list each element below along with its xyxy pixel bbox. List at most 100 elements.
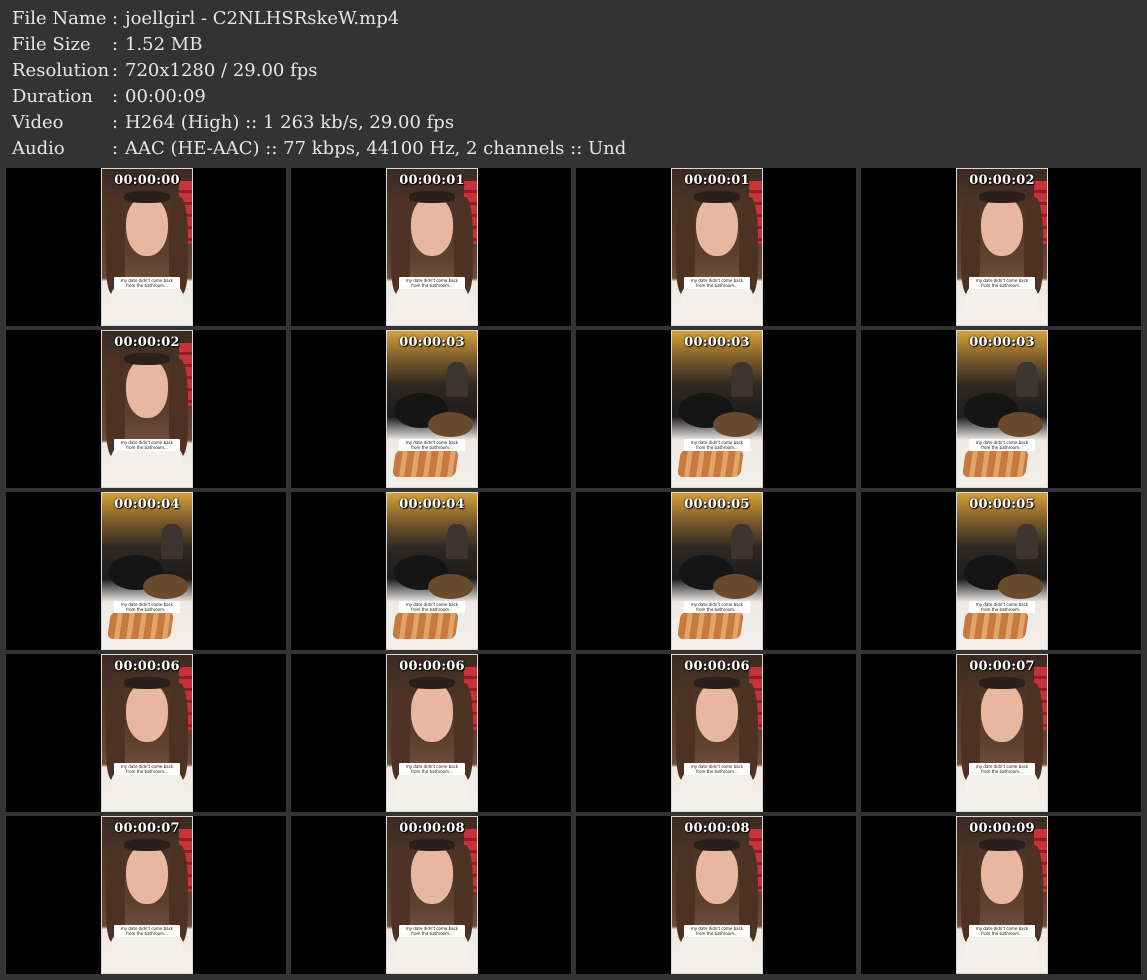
frame-timestamp: 00:00:09 [969,821,1035,836]
thumbnail-cell[interactable]: my date didn't come back from the bathro… [6,330,286,488]
frame-caption: my date didn't come back from the bathro… [113,276,181,289]
thumbnail-cell[interactable]: my date didn't come back from the bathro… [576,816,856,974]
meta-row-video: Video : H264 (High) :: 1 263 kb/s, 29.00… [12,110,1132,136]
thumbnail-cell[interactable]: my date didn't come back from the bathro… [576,330,856,488]
video-frame-thumbnail[interactable]: my date didn't come back from the bathro… [671,492,763,650]
frame-caption: my date didn't come back from the bathro… [683,276,751,289]
thumbnail-cell[interactable]: my date didn't come back from the bathro… [291,816,571,974]
meta-row-file-name: File Name : joellgirl - C2NLHSRskeW.mp4 [12,6,1132,32]
thumbnail-cell[interactable]: my date didn't come back from the bathro… [861,168,1141,326]
video-frame-thumbnail[interactable]: my date didn't come back from the bathro… [386,330,478,488]
video-frame-thumbnail[interactable]: my date didn't come back from the bathro… [101,492,193,650]
frame-tray [962,611,1030,639]
frame-caption: my date didn't come back from the bathro… [683,438,751,451]
meta-key: File Size [12,34,91,55]
frame-caption: my date didn't come back from the bathro… [398,762,466,775]
thumbnail-cell[interactable]: my date didn't come back from the bathro… [291,654,571,812]
frame-person [1015,524,1038,559]
thumbnail-cell[interactable]: my date didn't come back from the bathro… [291,492,571,650]
meta-row-duration: Duration : 00:00:09 [12,84,1132,110]
thumbnail-cell[interactable]: my date didn't come back from the bathro… [576,168,856,326]
meta-value: 720x1280 / 29.00 fps [125,60,318,81]
thumbnail-cell[interactable]: my date didn't come back from the bathro… [6,654,286,812]
thumbnail-cell[interactable]: my date didn't come back from the bathro… [861,330,1141,488]
frame-caption: my date didn't come back from the bathro… [683,924,751,937]
media-info-header: File Name : joellgirl - C2NLHSRskeW.mp4 … [12,6,1132,162]
frame-band [123,352,171,366]
frame-person [730,362,753,397]
frame-tray [677,611,745,639]
video-frame-thumbnail[interactable]: my date didn't come back from the bathro… [956,168,1048,326]
frame-face [981,845,1023,905]
frame-tray [107,611,175,639]
frame-face [411,197,453,257]
meta-key: Audio [12,138,65,159]
meta-value: 1.52 MB [125,34,203,55]
frame-caption: my date didn't come back from the bathro… [398,924,466,937]
video-frame-thumbnail[interactable]: my date didn't come back from the bathro… [671,330,763,488]
video-frame-thumbnail[interactable]: my date didn't come back from the bathro… [101,168,193,326]
frame-person [445,362,468,397]
video-frame-thumbnail[interactable]: my date didn't come back from the bathro… [386,492,478,650]
thumbnail-cell[interactable]: my date didn't come back from the bathro… [861,492,1141,650]
thumbnail-cell[interactable]: my date didn't come back from the bathro… [861,816,1141,974]
frame-band [693,838,741,852]
meta-value: AAC (HE-AAC) :: 77 kbps, 44100 Hz, 2 cha… [125,138,627,159]
thumbnail-cell[interactable]: my date didn't come back from the bathro… [576,492,856,650]
frame-bowl [427,574,473,600]
meta-separator: : [112,86,119,107]
video-frame-thumbnail[interactable]: my date didn't come back from the bathro… [956,492,1048,650]
frame-person [160,524,183,559]
frame-caption: my date didn't come back from the bathro… [968,276,1036,289]
meta-separator: : [112,60,119,81]
frame-caption: my date didn't come back from the bathro… [968,600,1036,613]
video-frame-thumbnail[interactable]: my date didn't come back from the bathro… [956,816,1048,974]
thumbnail-cell[interactable]: my date didn't come back from the bathro… [291,168,571,326]
frame-timestamp: 00:00:08 [684,821,750,836]
frame-bowl [997,412,1043,438]
frame-timestamp: 00:00:06 [114,659,180,674]
frame-face [696,845,738,905]
frame-band [978,676,1026,690]
thumbnail-cell[interactable]: my date didn't come back from the bathro… [291,330,571,488]
frame-person [445,524,468,559]
video-frame-thumbnail[interactable]: my date didn't come back from the bathro… [386,816,478,974]
thumbnail-cell[interactable]: my date didn't come back from the bathro… [6,816,286,974]
frame-caption: my date didn't come back from the bathro… [113,762,181,775]
frame-band [123,838,171,852]
video-frame-thumbnail[interactable]: my date didn't come back from the bathro… [101,330,193,488]
thumbnail-cell[interactable]: my date didn't come back from the bathro… [6,492,286,650]
frame-timestamp: 00:00:05 [684,497,750,512]
frame-face [981,197,1023,257]
meta-value: joellgirl - C2NLHSRskeW.mp4 [125,8,400,29]
meta-row-file-size: File Size : 1.52 MB [12,32,1132,58]
frame-timestamp: 00:00:02 [969,173,1035,188]
thumbnail-cell[interactable]: my date didn't come back from the bathro… [861,654,1141,812]
frame-timestamp: 00:00:07 [969,659,1035,674]
meta-row-audio: Audio : AAC (HE-AAC) :: 77 kbps, 44100 H… [12,136,1132,162]
thumbnail-cell[interactable]: my date didn't come back from the bathro… [6,168,286,326]
frame-band [408,676,456,690]
frame-caption: my date didn't come back from the bathro… [113,924,181,937]
video-frame-thumbnail[interactable]: my date didn't come back from the bathro… [956,330,1048,488]
video-frame-thumbnail[interactable]: my date didn't come back from the bathro… [101,816,193,974]
meta-key: File Name [12,8,107,29]
frame-caption: my date didn't come back from the bathro… [398,438,466,451]
video-frame-thumbnail[interactable]: my date didn't come back from the bathro… [671,654,763,812]
frame-timestamp: 00:00:04 [399,497,465,512]
thumbnail-cell[interactable]: my date didn't come back from the bathro… [576,654,856,812]
frame-face [126,683,168,743]
video-frame-thumbnail[interactable]: my date didn't come back from the bathro… [956,654,1048,812]
video-frame-thumbnail[interactable]: my date didn't come back from the bathro… [671,168,763,326]
frame-face [411,845,453,905]
video-frame-thumbnail[interactable]: my date didn't come back from the bathro… [386,168,478,326]
frame-band [123,676,171,690]
video-frame-thumbnail[interactable]: my date didn't come back from the bathro… [386,654,478,812]
frame-caption: my date didn't come back from the bathro… [968,762,1036,775]
thumbnail-grid: my date didn't come back from the bathro… [6,168,1144,978]
frame-timestamp: 00:00:06 [684,659,750,674]
frame-caption: my date didn't come back from the bathro… [113,600,181,613]
frame-caption: my date didn't come back from the bathro… [398,276,466,289]
video-frame-thumbnail[interactable]: my date didn't come back from the bathro… [671,816,763,974]
video-frame-thumbnail[interactable]: my date didn't come back from the bathro… [101,654,193,812]
